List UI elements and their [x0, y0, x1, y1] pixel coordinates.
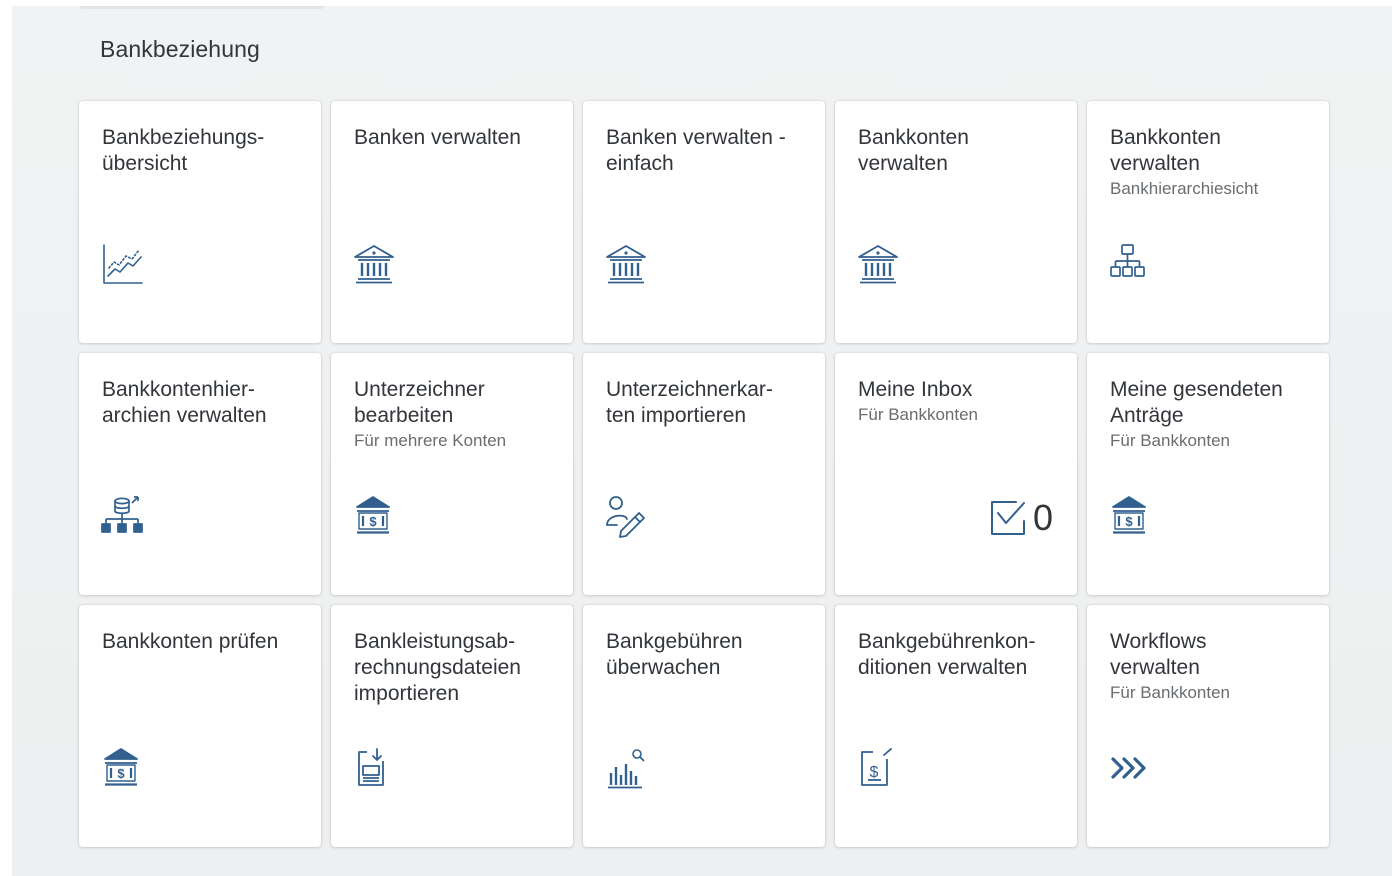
app-tile[interactable]: Meine Inbox Für Bankkonten 0 [835, 353, 1077, 595]
tile-title: Workflows verwalten [1110, 630, 1207, 679]
bank-icon [857, 243, 901, 285]
app-tile[interactable]: Bankkontenhier- archien verwalten [79, 353, 321, 595]
fee-document-icon: $ [857, 747, 901, 789]
app-tile[interactable]: Bankleistungsab- rechnungsdateien import… [331, 605, 573, 847]
kpi-indicator: 0 [989, 496, 1053, 540]
launchpad-page: Bankbeziehung Bankbeziehungs- übersicht … [12, 6, 1392, 876]
tile-title: Bankgebühren überwachen [606, 630, 743, 679]
hierarchy-icon [1109, 243, 1153, 285]
database-hierarchy-icon [101, 495, 145, 537]
tile-subtitle: Bankhierarchiesicht [1110, 179, 1259, 198]
app-tile[interactable]: Bankkonten verwalten [835, 101, 1077, 343]
bank-account-icon: $ [1109, 495, 1153, 537]
tile-title: Bankbeziehungs- übersicht [102, 126, 265, 175]
svg-text:$: $ [369, 514, 377, 529]
tile-title: Banken verwalten [354, 126, 521, 149]
bar-chart-search-icon [605, 747, 649, 789]
app-tile[interactable]: Workflows verwalten Für Bankkonten [1087, 605, 1329, 847]
kpi-count: 0 [1032, 497, 1053, 538]
svg-text:$: $ [870, 764, 879, 781]
tile-subtitle: Für mehrere Konten [354, 431, 507, 450]
tile-title: Meine gesendeten Anträge [1110, 378, 1283, 427]
tile-title: Bankkonten prüfen [102, 630, 279, 653]
bank-account-icon: $ [101, 747, 145, 789]
tile-title: Bankkonten verwalten [1110, 126, 1221, 175]
app-tile[interactable]: Bankkonten verwalten Bankhierarchiesicht [1087, 101, 1329, 343]
bank-icon [353, 243, 397, 285]
group-title: Bankbeziehung [100, 36, 260, 62]
app-tile[interactable]: Banken verwalten [331, 101, 573, 343]
tile-subtitle: Für Bankkonten [1110, 683, 1231, 702]
app-tile[interactable]: Bankgebühren überwachen [583, 605, 825, 847]
tile-title: Unterzeichner bearbeiten [354, 378, 485, 427]
app-tile[interactable]: Unterzeichnerkar- ten importieren [583, 353, 825, 595]
tile-title: Meine Inbox [858, 378, 973, 401]
tile-title: Bankkonten verwalten [858, 126, 969, 175]
app-tile[interactable]: Unterzeichner bearbeiten Für mehrere Kont… [331, 353, 573, 595]
tile-subtitle: Für Bankkonten [1110, 431, 1231, 450]
inbox-checkbox-icon [989, 499, 1027, 537]
import-document-icon [353, 747, 397, 789]
bank-account-icon: $ [353, 495, 397, 537]
app-tile[interactable]: Bankgebührenkon- ditionen verwalten $ [835, 605, 1077, 847]
tile-title: Bankkontenhier- archien verwalten [102, 378, 267, 427]
line-chart-icon [101, 243, 145, 285]
svg-text:$: $ [117, 766, 125, 781]
signature-icon [605, 495, 649, 538]
bank-icon [605, 243, 649, 285]
tile-subtitle: Für Bankkonten [858, 405, 979, 424]
tile-title: Unterzeichnerkar- ten importieren [606, 378, 773, 427]
app-tile[interactable]: Meine gesendeten Anträge Für Bankkonten $ [1087, 353, 1329, 595]
svg-text:$: $ [1125, 514, 1133, 529]
workflow-chevrons-icon [1109, 747, 1153, 789]
app-tile[interactable]: Bankbeziehungs- übersicht [79, 101, 321, 343]
header-bar-fragment [80, 6, 324, 9]
tile-title: Bankleistungsab- rechnungsdateien import… [354, 630, 521, 705]
app-tile[interactable]: Banken verwalten - einfach [583, 101, 825, 343]
tile-title: Banken verwalten - einfach [606, 126, 786, 175]
tile-title: Bankgebührenkon- ditionen verwalten [858, 630, 1036, 679]
app-tile[interactable]: Bankkonten prüfen $ [79, 605, 321, 847]
